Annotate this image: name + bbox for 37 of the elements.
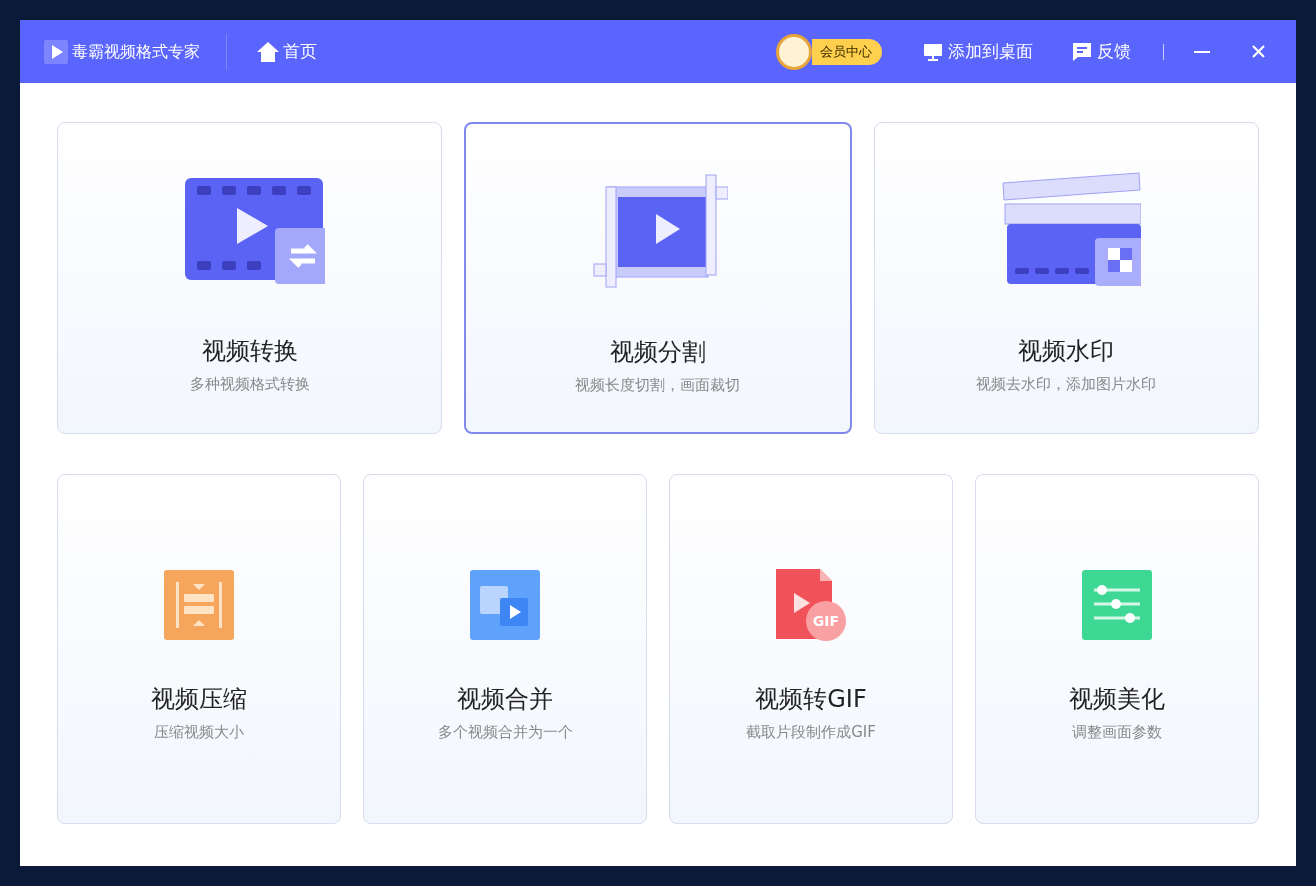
merge-video-icon — [470, 570, 540, 640]
monitor-icon — [924, 42, 942, 61]
minimize-icon — [1194, 50, 1210, 53]
home-button[interactable]: 首页 — [257, 38, 317, 65]
window-title: 毒霸视频格式专家 — [72, 40, 200, 63]
feedback-button[interactable]: 反馈 — [1073, 38, 1131, 65]
feature-description: 多个视频合并为一个 — [437, 722, 573, 743]
feature-card[interactable]: 视频转换 多种视频格式转换 — [57, 122, 443, 434]
feature-title: 视频转GIF — [755, 684, 867, 715]
feature-description: 截取片段制作成GIF — [746, 722, 876, 743]
feature-description: 视频长度切割，画面裁切 — [575, 375, 741, 396]
feature-description: 调整画面参数 — [1072, 722, 1162, 743]
feature-card[interactable]: 视频水印 视频去水印，添加图片水印 — [873, 122, 1259, 434]
feature-title: 视频分割 — [610, 337, 706, 368]
feature-description: 视频去水印，添加图片水印 — [976, 374, 1157, 395]
feature-description: 多种视频格式转换 — [189, 374, 310, 395]
feature-title: 视频美化 — [1069, 684, 1165, 715]
message-icon — [1073, 42, 1091, 61]
vip-center-button[interactable]: 会员中心 — [812, 38, 882, 65]
close-icon — [1251, 45, 1265, 58]
feature-card[interactable]: GIF 视频转GIF 截取片段制作成GIF — [669, 474, 953, 824]
feature-title: 视频合并 — [457, 684, 553, 715]
play-logo-icon — [44, 39, 68, 64]
feature-card[interactable]: 视频美化 调整画面参数 — [975, 474, 1259, 824]
feature-card[interactable]: 视频压缩 压缩视频大小 — [57, 474, 341, 824]
add-to-desktop-button[interactable]: 添加到桌面 — [924, 38, 1033, 65]
feature-description: 压缩视频大小 — [154, 722, 244, 743]
feature-card[interactable]: 视频合并 多个视频合并为一个 — [363, 474, 647, 824]
gif-badge: GIF — [806, 601, 846, 641]
feature-title: 视频转换 — [201, 336, 298, 367]
sliders-icon — [1082, 570, 1152, 640]
feature-title: 视频压缩 — [151, 684, 247, 715]
compress-icon — [164, 570, 234, 640]
home-icon — [257, 41, 279, 62]
feature-title: 视频水印 — [1018, 336, 1115, 367]
feature-card[interactable]: 视频分割 视频长度切割，画面裁切 — [464, 122, 852, 434]
avatar-icon — [776, 33, 812, 70]
